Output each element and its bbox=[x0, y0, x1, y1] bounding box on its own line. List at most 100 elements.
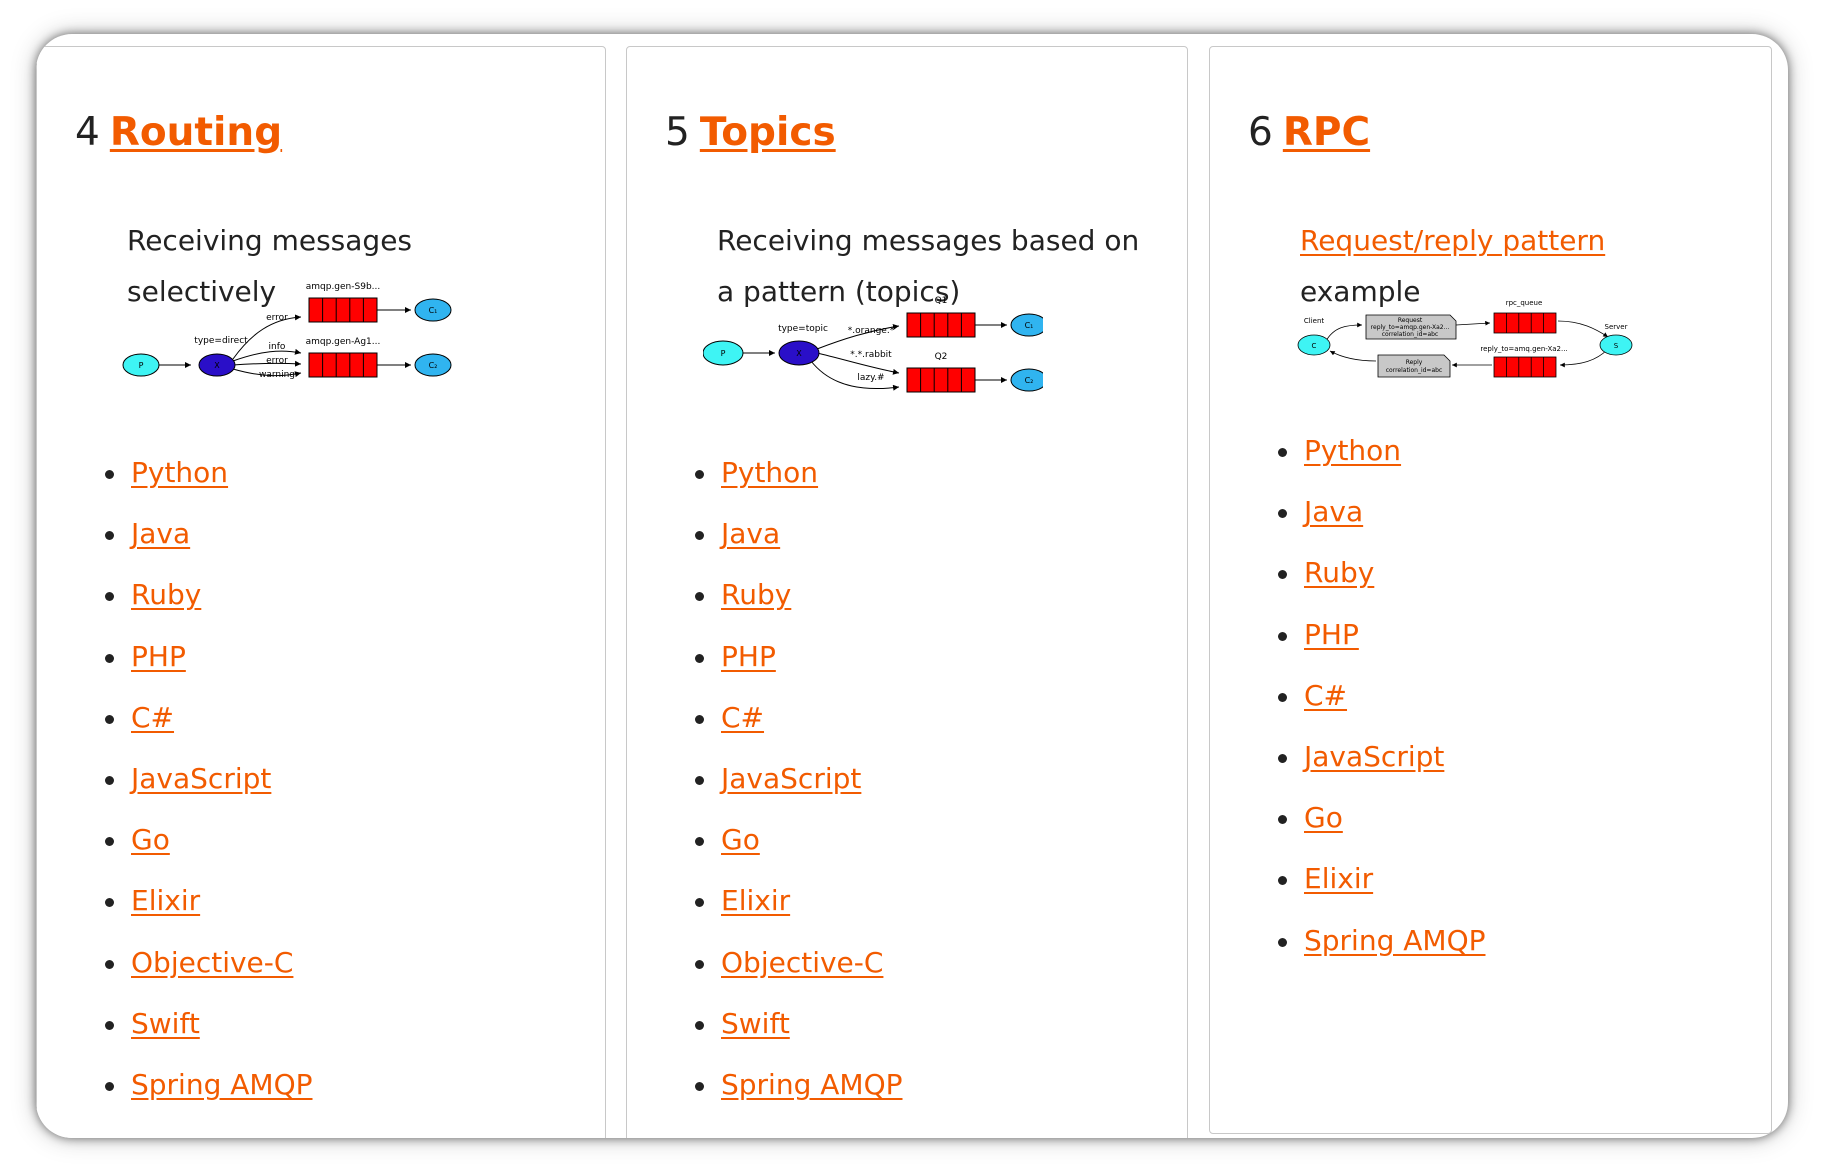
list-item: PHP bbox=[1278, 615, 1486, 676]
queue1 bbox=[308, 297, 378, 323]
queue1-label: amqp.gen-S9b... bbox=[306, 282, 381, 292]
request-line2: correlation_id=abc bbox=[1382, 331, 1438, 338]
php-link[interactable]: PHP bbox=[1304, 618, 1359, 651]
swift-link[interactable]: Swift bbox=[721, 1007, 790, 1040]
ruby-link[interactable]: Ruby bbox=[131, 578, 201, 611]
rpc-queue bbox=[1493, 312, 1557, 334]
queue1 bbox=[906, 312, 976, 338]
server-node-label: S bbox=[1614, 342, 1619, 350]
consumer2-label: C₂ bbox=[429, 361, 438, 370]
elixir-link[interactable]: Elixir bbox=[131, 884, 200, 917]
exchange-type-label: type=topic bbox=[778, 324, 828, 334]
binding-error-label: error bbox=[266, 356, 288, 366]
tutorial-title-link[interactable]: Topics bbox=[700, 110, 836, 155]
consumer1-label: C₁ bbox=[429, 306, 438, 315]
go-link[interactable]: Go bbox=[721, 823, 760, 856]
card-heading: 4 Routing bbox=[75, 109, 282, 157]
list-item: Ruby bbox=[1278, 553, 1486, 614]
queue1-label: Q1 bbox=[935, 296, 948, 306]
elixir-link[interactable]: Elixir bbox=[721, 884, 790, 917]
elixir-link[interactable]: Elixir bbox=[1304, 862, 1373, 895]
python-link[interactable]: Python bbox=[721, 456, 818, 489]
spring-amqp-link[interactable]: Spring AMQP bbox=[1304, 924, 1486, 957]
binding-info-label: info bbox=[269, 342, 286, 352]
list-item: JavaScript bbox=[105, 759, 313, 820]
objective-c-link[interactable]: Objective-C bbox=[131, 946, 293, 979]
screenshot-frame: 4 Routing Receiving messages selectively … bbox=[36, 34, 1788, 1138]
list-item: Go bbox=[105, 820, 313, 881]
binding-orange-label: *.orange.* bbox=[848, 326, 895, 336]
tutorial-card-routing: 4 Routing Receiving messages selectively … bbox=[36, 46, 606, 1138]
java-link[interactable]: Java bbox=[131, 517, 190, 550]
queue2 bbox=[906, 367, 976, 393]
request-title: Request bbox=[1398, 317, 1423, 324]
list-item: C# bbox=[695, 698, 903, 759]
tutorial-number: 5 bbox=[665, 110, 690, 155]
reply-line1: correlation_id=abc bbox=[1386, 367, 1442, 374]
reply-queue bbox=[1493, 356, 1557, 378]
queue2-label: amqp.gen-Ag1... bbox=[306, 337, 381, 347]
binding-lazy-label: lazy.# bbox=[857, 373, 884, 383]
php-link[interactable]: PHP bbox=[721, 640, 776, 673]
python-link[interactable]: Python bbox=[131, 456, 228, 489]
card-heading: 6 RPC bbox=[1248, 109, 1370, 157]
go-link[interactable]: Go bbox=[131, 823, 170, 856]
spring-amqp-link[interactable]: Spring AMQP bbox=[721, 1068, 903, 1101]
list-item: PHP bbox=[695, 637, 903, 698]
list-item: Swift bbox=[695, 1004, 903, 1065]
queue2-label: Q2 bbox=[935, 352, 948, 362]
card-heading: 5 Topics bbox=[665, 109, 836, 157]
csharp-link[interactable]: C# bbox=[131, 701, 174, 734]
list-item: Objective-C bbox=[105, 943, 313, 1004]
list-item: Objective-C bbox=[695, 943, 903, 1004]
consumer1-label: C₁ bbox=[1025, 321, 1034, 330]
objective-c-link[interactable]: Objective-C bbox=[721, 946, 883, 979]
topics-diagram: P X type=topic Q1 Q2 *.orange.* *.*.rabb… bbox=[703, 296, 1043, 393]
list-item: Spring AMQP bbox=[695, 1065, 903, 1126]
javascript-link[interactable]: JavaScript bbox=[1304, 740, 1444, 773]
list-item: Spring AMQP bbox=[105, 1065, 313, 1126]
php-link[interactable]: PHP bbox=[131, 640, 186, 673]
ruby-link[interactable]: Ruby bbox=[1304, 556, 1374, 589]
csharp-link[interactable]: C# bbox=[1304, 679, 1347, 712]
swift-link[interactable]: Swift bbox=[131, 1007, 200, 1040]
go-link[interactable]: Go bbox=[1304, 801, 1343, 834]
tutorial-title-link[interactable]: RPC bbox=[1283, 110, 1370, 155]
consumer2-label: C₂ bbox=[1025, 376, 1034, 385]
list-item: Python bbox=[695, 453, 903, 514]
list-item: Elixir bbox=[695, 881, 903, 942]
tutorial-title-link[interactable]: Routing bbox=[110, 110, 282, 155]
producer-label: P bbox=[721, 349, 726, 358]
spring-amqp-link[interactable]: Spring AMQP bbox=[131, 1068, 313, 1101]
reply-message: Reply correlation_id=abc bbox=[1377, 354, 1451, 378]
language-list: Python Java Ruby PHP C# JavaScript Go El… bbox=[105, 453, 313, 1126]
request-reply-link[interactable]: Request/reply pattern bbox=[1300, 224, 1605, 257]
server-label: Server bbox=[1605, 323, 1628, 331]
reply-queue-label: reply_to=amq.gen-Xa2... bbox=[1480, 345, 1567, 353]
list-item: Java bbox=[1278, 492, 1486, 553]
binding-error-label: error bbox=[266, 313, 288, 323]
java-link[interactable]: Java bbox=[721, 517, 780, 550]
list-item: Elixir bbox=[105, 881, 313, 942]
list-item: Go bbox=[1278, 798, 1486, 859]
list-item: JavaScript bbox=[695, 759, 903, 820]
list-item: Java bbox=[105, 514, 313, 575]
javascript-link[interactable]: JavaScript bbox=[721, 762, 861, 795]
queue2 bbox=[308, 352, 378, 378]
python-link[interactable]: Python bbox=[1304, 434, 1401, 467]
csharp-link[interactable]: C# bbox=[721, 701, 764, 734]
javascript-link[interactable]: JavaScript bbox=[131, 762, 271, 795]
exchange-label: X bbox=[214, 361, 220, 370]
tutorial-card-topics: 5 Topics Receiving messages based on a pa… bbox=[626, 46, 1188, 1138]
rpc-queue-label: rpc_queue bbox=[1506, 299, 1543, 307]
rpc-diagram: Client C Request reply_to=amqp.gen-Xa2..… bbox=[1297, 299, 1633, 378]
list-item: Python bbox=[1278, 431, 1486, 492]
tutorial-card-rpc: 6 RPC Request/reply pattern example Clien… bbox=[1209, 46, 1772, 1134]
exchange-label: X bbox=[796, 349, 802, 358]
list-item: Ruby bbox=[105, 575, 313, 636]
routing-diagram: P X type=direct amqp.gen-S9b... amqp.gen… bbox=[122, 282, 452, 380]
java-link[interactable]: Java bbox=[1304, 495, 1363, 528]
ruby-link[interactable]: Ruby bbox=[721, 578, 791, 611]
binding-rabbit-label: *.*.rabbit bbox=[850, 350, 892, 360]
list-item: PHP bbox=[105, 637, 313, 698]
